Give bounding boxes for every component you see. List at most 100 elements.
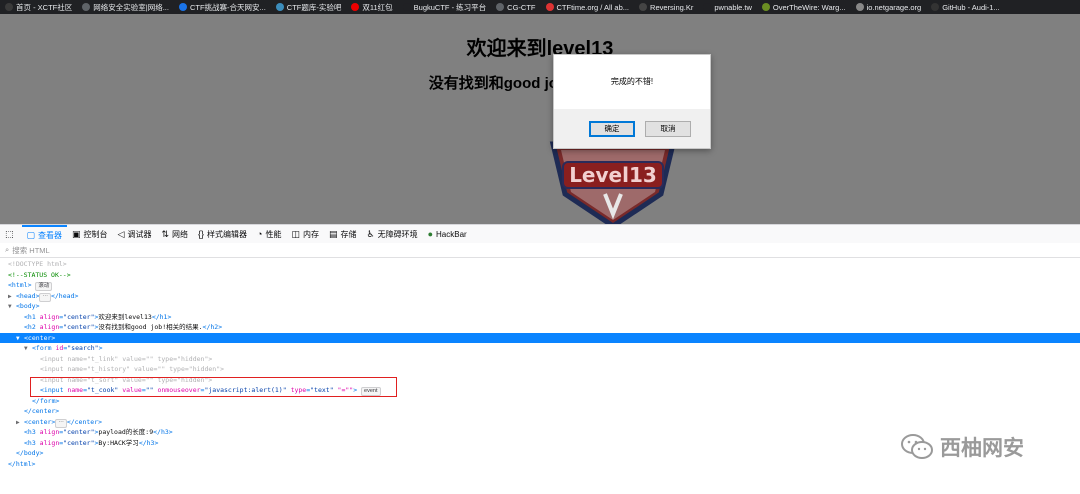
h2-node[interactable]: <h2 align="center">没有找到和good job!相关的结果.<…	[24, 322, 1080, 333]
devtools-tab[interactable]: ▣ 控制台	[67, 225, 113, 243]
bookmark-label: CTFtime.org / All ab...	[556, 2, 630, 12]
globe-icon	[82, 3, 91, 11]
storage-icon: ▤	[328, 228, 338, 239]
devtools-tab[interactable]: ▢ 查看器	[21, 225, 68, 243]
globe-icon	[496, 3, 505, 11]
devtools-tab[interactable]: {} 样式编辑器	[193, 225, 252, 243]
search-icon: ⌕	[5, 245, 10, 254]
annotation-highlight-box	[30, 377, 397, 397]
expand-arrow-icon: ▶	[16, 418, 20, 426]
element-picker-icon[interactable]: ⬚	[0, 225, 22, 243]
network-icon: ⇅	[161, 228, 170, 239]
alert-dialog: 完成的不错! 确定 取消	[553, 54, 711, 149]
h1-node[interactable]: <h1 align="center">欢迎来到level13</h1>	[24, 312, 1080, 323]
form-node[interactable]: ▼ <form id="search">	[24, 343, 1080, 354]
devtools-tab-label: 无障碍环境	[377, 229, 418, 239]
page-title: 欢迎来到level13	[466, 38, 614, 60]
inspector-icon: ▢	[26, 229, 36, 240]
devtools-tab-label: 调试器	[127, 229, 152, 239]
center-node-selected[interactable]: ▼ <center>	[0, 332, 1080, 343]
search-result-heading: 没有找到和good job!相关的结果.	[428, 75, 652, 92]
devtools-tab[interactable]: ◁ 调试器	[113, 225, 157, 243]
ok-button[interactable]: 确定	[589, 121, 635, 137]
devtools-tab[interactable]: ◔ 性能	[252, 225, 286, 243]
bookmarks-bar: 首页 - XCTF社区 网络安全实验室|网络... CTF挑战赛-合天网安... CT…	[0, 0, 1080, 14]
bookmark-item[interactable]: pwnable.tw	[698, 0, 757, 14]
devtools-tab-label: 性能	[265, 229, 282, 239]
watermark-text: 西柚网安	[940, 437, 1024, 460]
bugku-icon	[402, 3, 411, 11]
performance-icon: ◔	[257, 229, 263, 239]
devtools-tab-label: 内存	[302, 229, 319, 239]
bookmark-item[interactable]: Reversing.Kr	[634, 0, 698, 14]
bookmark-item[interactable]: CG-CTF	[491, 0, 540, 14]
devtools-tab[interactable]: ♿ 无障碍环境	[362, 225, 423, 243]
bookmark-item[interactable]: GitHub - Audi-1...	[926, 0, 1005, 14]
center-node-collapsed[interactable]: ▶ <center> ⋯ </center>	[16, 417, 1080, 428]
devtools-tab-label: 网络	[172, 229, 189, 239]
bookmark-item[interactable]: 首页 - XCTF社区	[0, 0, 77, 14]
form-close[interactable]: </form>	[32, 396, 1080, 407]
hackbar-icon: ●	[427, 229, 434, 239]
devtools-toolbar: ⬚ ▢ 查看器 ▣ 控制台 ◁ 调试器 ⇅ 网络{} 样式编辑器 ◔ 性能 ◫ 内存 ▤ 存储 ♿ 无障碍环境 ●…	[0, 224, 1080, 244]
bookmark-item[interactable]: CTFtime.org / All ab...	[541, 0, 635, 14]
html-search-bar[interactable]: ⌕ 搜索 HTML	[0, 243, 1080, 258]
svg-text:Level13: Level13	[569, 163, 657, 187]
wechat-watermark: 西柚网安	[900, 432, 1024, 462]
devtools-tab-label: 存储	[340, 229, 357, 239]
console-icon: ▣	[72, 228, 81, 239]
bookmark-item[interactable]: io.netgarage.org	[851, 0, 927, 14]
devtools-tab-label: 控制台	[83, 229, 108, 239]
github-icon	[931, 3, 940, 11]
cancel-button[interactable]: 取消	[645, 121, 691, 137]
input-t-link[interactable]: <input name="t_link" value="" type="hidd…	[40, 354, 1080, 365]
collapse-arrow-icon: ▼	[24, 345, 28, 352]
accessibility-icon: ♿	[366, 228, 375, 239]
body-node[interactable]: ▼ <body>	[8, 301, 1080, 312]
bookmark-item[interactable]: CTF题库-实验吧	[271, 0, 347, 14]
flag-icon	[275, 3, 284, 11]
bookmark-label: OverTheWire: Warg...	[772, 2, 846, 12]
memory-icon: ◫	[291, 228, 300, 239]
bookmark-item[interactable]: CTF挑战赛-合天网安...	[174, 0, 271, 14]
bookmark-label: 双11红包	[362, 2, 393, 12]
devtools-tab-label: 查看器	[38, 230, 63, 240]
ctftime-icon	[545, 3, 554, 11]
bookmark-label: CTF题库-实验吧	[286, 2, 342, 12]
debugger-icon: ◁	[117, 228, 125, 239]
collapse-arrow-icon: ▼	[8, 303, 12, 310]
center-close[interactable]: </center>	[24, 406, 1080, 417]
bookmark-item[interactable]: BugkuCTF - 练习平台	[398, 0, 492, 14]
bookmark-label: BugkuCTF - 练习平台	[413, 2, 487, 12]
bookmark-item[interactable]: 网络安全实验室|网络...	[77, 0, 174, 14]
devtools-tab[interactable]: ● HackBar	[423, 225, 472, 243]
wechat-icon	[901, 434, 933, 459]
input-t-history[interactable]: <input name="t_history" value="" type="h…	[40, 364, 1080, 375]
devtools-tab-label: HackBar	[436, 229, 467, 239]
p-icon	[703, 3, 712, 11]
bookmark-label: CTF挑战赛-合天网安...	[189, 2, 266, 12]
alert-message: 完成的不错!	[554, 55, 710, 109]
bookmark-label: pwnable.tw	[714, 2, 752, 12]
devtools-tab[interactable]: ▤ 存储	[324, 225, 362, 243]
bookmark-label: GitHub - Audi-1...	[942, 2, 1000, 12]
devtools-tab[interactable]: ◫ 内存	[286, 225, 324, 243]
shield-icon	[178, 3, 187, 11]
html-node[interactable]: <html> 滚动	[8, 280, 1080, 291]
bookmark-label: Reversing.Kr	[650, 2, 694, 12]
comment-line[interactable]: <!--STATUS OK-->	[8, 270, 1080, 281]
bookmark-label: 首页 - XCTF社区	[16, 2, 73, 12]
xctf-icon	[5, 3, 13, 11]
head-node[interactable]: ▶ <head> ⋯ </head>	[8, 291, 1080, 302]
t-icon	[351, 3, 360, 11]
devtools-tab[interactable]: ⇅ 网络	[156, 225, 193, 243]
page-icon	[855, 3, 864, 11]
bookmark-label: CG-CTF	[507, 2, 536, 12]
bookmark-item[interactable]: 双11红包	[346, 0, 397, 14]
otw-icon	[761, 3, 770, 11]
doctype-line[interactable]: <!DOCTYPE html>	[8, 259, 1080, 270]
bookmark-item[interactable]: OverTheWire: Warg...	[757, 0, 851, 14]
style-editor-icon: {}	[198, 229, 205, 239]
collapse-arrow-icon: ▼	[16, 334, 20, 342]
bookmark-label: io.netgarage.org	[866, 2, 922, 12]
